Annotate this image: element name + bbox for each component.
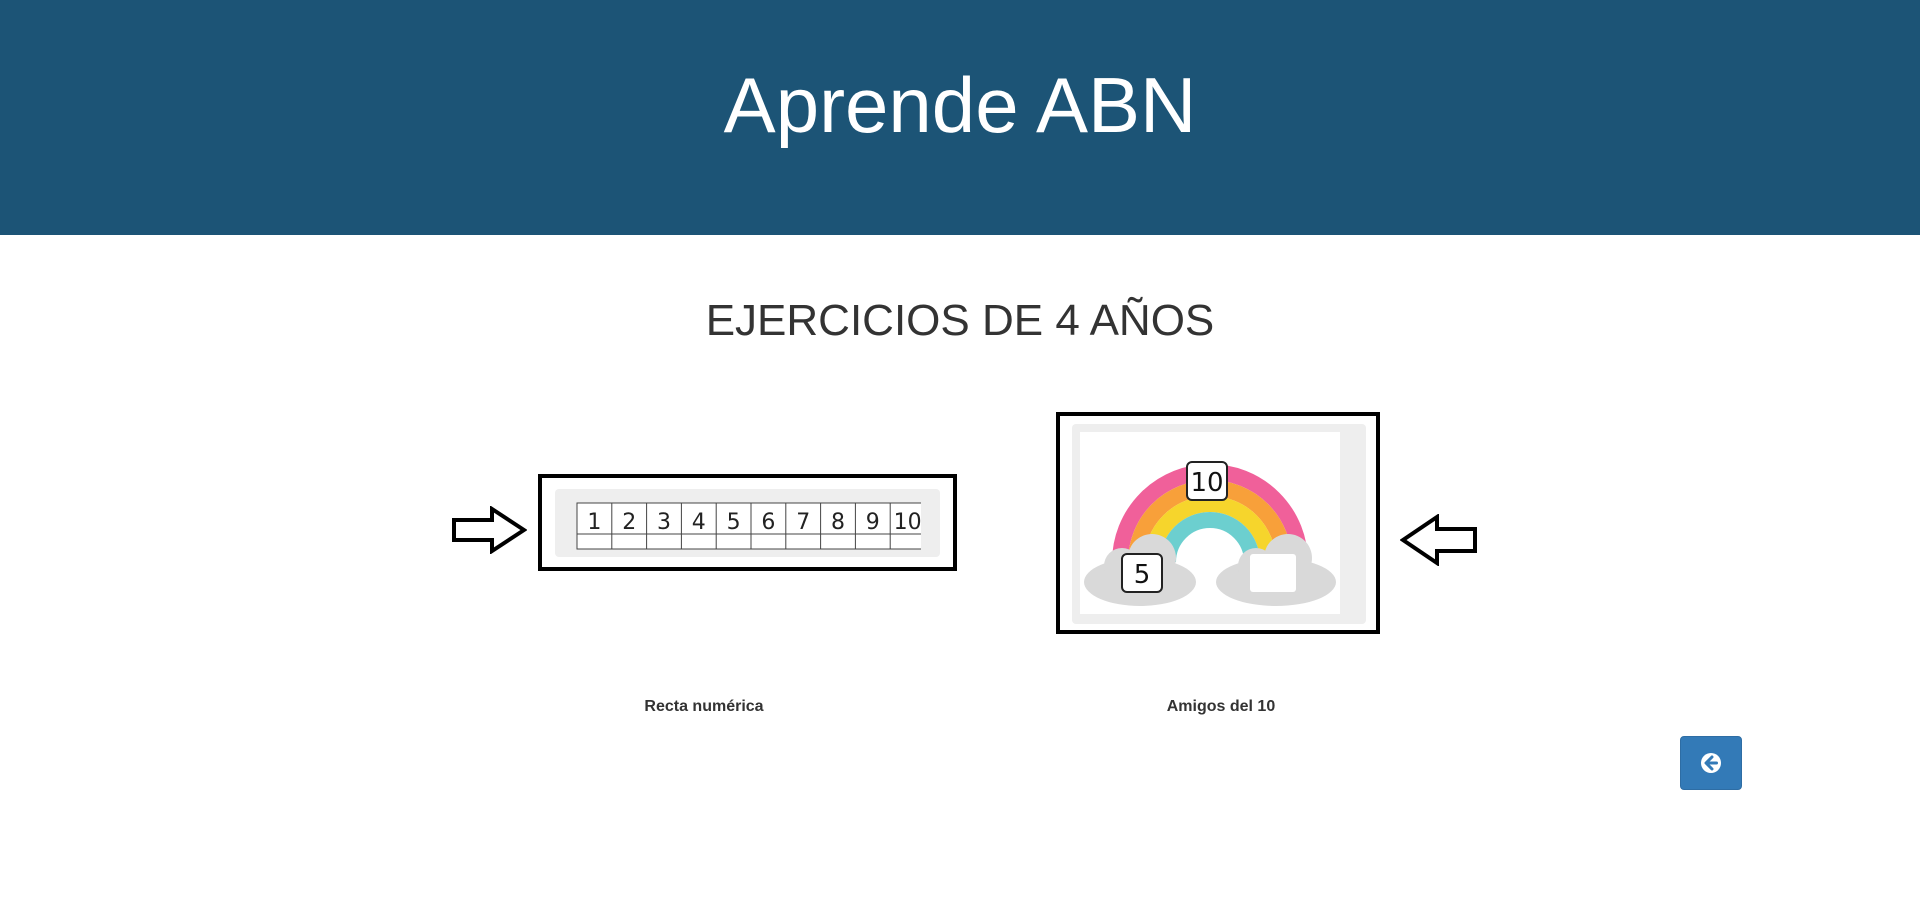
rainbow-image: 10 5 bbox=[1080, 432, 1340, 614]
exercise-card-recta-numerica[interactable]: 1 2 3 4 5 6 7 8 9 10 bbox=[538, 474, 957, 571]
number-line-digit: 3 bbox=[657, 510, 671, 535]
number-line-digit: 9 bbox=[866, 510, 880, 535]
number-line-digit: 4 bbox=[692, 510, 706, 535]
arrow-right-outline-icon bbox=[452, 506, 527, 554]
number-line-digit: 5 bbox=[727, 510, 741, 535]
exercise-label-amigos-del-10[interactable]: Amigos del 10 bbox=[1121, 698, 1321, 716]
number-line-digit: 7 bbox=[796, 510, 810, 535]
circle-arrow-left-icon bbox=[1701, 753, 1721, 773]
number-line-digit: 2 bbox=[622, 510, 636, 535]
header-banner: Aprende ABN bbox=[0, 0, 1920, 235]
rainbow-left-number: 5 bbox=[1134, 560, 1151, 590]
back-button[interactable] bbox=[1680, 736, 1742, 790]
number-line-digit: 10 bbox=[894, 510, 921, 535]
exercise-label-recta-numerica[interactable]: Recta numérica bbox=[604, 698, 804, 716]
exercise-card-amigos-del-10[interactable]: 10 5 bbox=[1056, 412, 1380, 634]
number-line-digit: 6 bbox=[761, 510, 775, 535]
number-line-image: 1 2 3 4 5 6 7 8 9 10 bbox=[576, 502, 921, 550]
arrow-left-outline-icon bbox=[1400, 514, 1477, 566]
number-line-digit: 1 bbox=[587, 510, 601, 535]
rainbow-top-number: 10 bbox=[1190, 468, 1223, 498]
number-line-digit: 8 bbox=[831, 510, 845, 535]
site-title: Aprende ABN bbox=[723, 61, 1197, 149]
page-subtitle: EJERCICIOS DE 4 AÑOS bbox=[705, 296, 1215, 345]
